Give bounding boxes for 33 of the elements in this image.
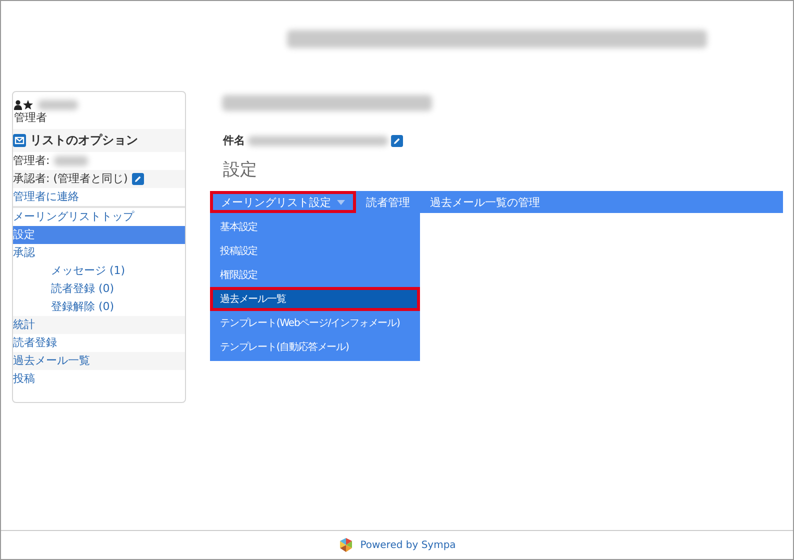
menu-link[interactable]: 過去メール一覧の管理 [420, 191, 550, 213]
sidebar-link[interactable]: 設定 [13, 226, 185, 244]
sidebar-link[interactable]: 承認 [13, 244, 185, 262]
dropdown-item[interactable]: 基本設定 [210, 215, 420, 239]
sympa-logo-icon [338, 537, 354, 553]
submenu-link[interactable]: メッセージ (1) [13, 262, 185, 280]
dropdown-item[interactable]: 投稿設定 [210, 239, 420, 263]
dropdown-item[interactable]: テンプレート(Webページ/インフォメール) [210, 311, 420, 335]
powered-by-link[interactable]: Powered by Sympa [360, 540, 456, 550]
section-title: リストのオプション [30, 132, 138, 149]
dropdown-item[interactable]: 過去メール一覧 [210, 287, 420, 311]
sidebar-link[interactable]: 投稿 [13, 370, 185, 388]
info-label: 管理者: [13, 154, 50, 168]
sidebar-link[interactable]: メーリングリストトップ [13, 208, 185, 226]
blurred-text [38, 100, 78, 110]
edit-icon[interactable] [132, 173, 144, 185]
sidebar-link[interactable]: 過去メール一覧 [13, 352, 185, 370]
sidebar-link[interactable]: 統計 [13, 316, 185, 334]
edit-icon[interactable] [391, 134, 403, 146]
submenu-link[interactable]: 登録解除 (0) [13, 298, 185, 316]
user-role: 管理者 [14, 110, 48, 125]
dropdown-item[interactable]: 権限設定 [210, 263, 420, 287]
dropdown-item[interactable]: テンプレート(自動応答メール) [210, 335, 420, 359]
submenu-link[interactable]: 読者登録 (0) [13, 280, 185, 298]
menu-link[interactable]: 読者管理 [356, 191, 420, 213]
section-heading: 設定 [223, 159, 258, 181]
sidebar-link[interactable]: 読者登録 [13, 334, 185, 352]
sidebar-link[interactable]: 管理者に連絡 [13, 188, 185, 207]
caret-icon [337, 200, 345, 204]
user-star-icon [14, 100, 34, 110]
blurred-text [54, 156, 88, 166]
subject-label: 件名 [223, 133, 245, 148]
info-label: 承認者: (管理者と同じ) [13, 172, 128, 186]
